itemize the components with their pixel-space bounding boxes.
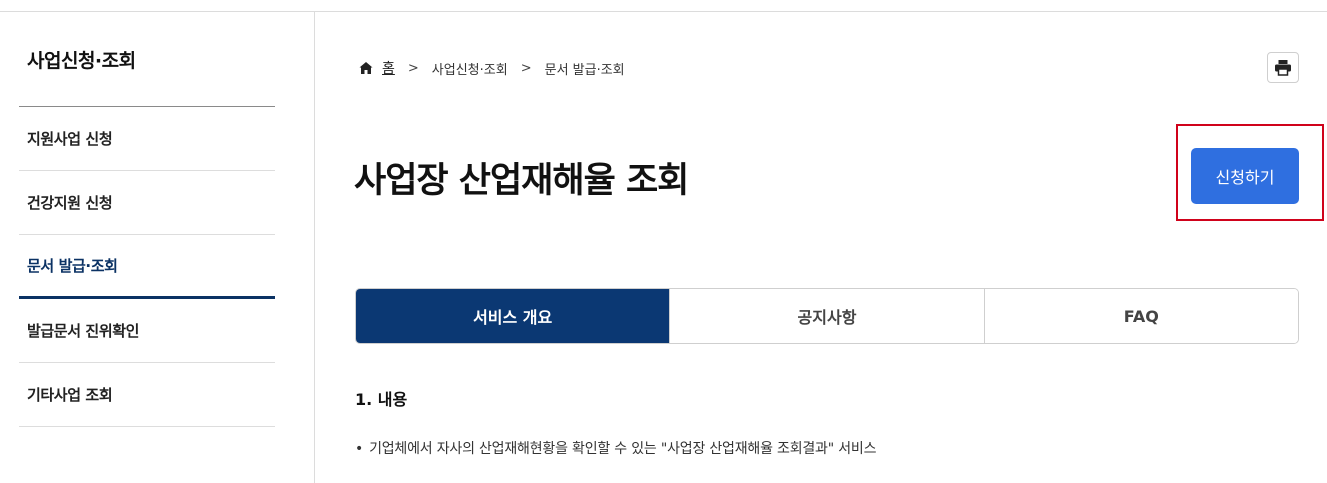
tab-notices[interactable]: 공지사항 bbox=[669, 289, 984, 343]
breadcrumb-separator: > bbox=[407, 60, 419, 76]
content-tabs: 서비스 개요 공지사항 FAQ bbox=[355, 288, 1299, 344]
breadcrumb-level2[interactable]: 문서 발급·조회 bbox=[545, 59, 625, 78]
sidebar-item-other-business[interactable]: 기타사업 조회 bbox=[19, 363, 275, 427]
bullet-mark: • bbox=[355, 441, 364, 457]
breadcrumb: 홈 > 사업신청·조회 > 문서 발급·조회 bbox=[358, 58, 625, 78]
sidebar-item-document-verify[interactable]: 발급문서 진위확인 bbox=[19, 299, 275, 363]
sidebar: 사업신청·조회 지원사업 신청 건강지원 신청 문서 발급·조회 발급문서 진위… bbox=[0, 12, 315, 483]
sidebar-title: 사업신청·조회 bbox=[27, 50, 136, 72]
printer-icon bbox=[1275, 60, 1291, 76]
section-heading: 1. 내용 bbox=[355, 390, 408, 409]
sidebar-item-health-apply[interactable]: 건강지원 신청 bbox=[19, 171, 275, 235]
page-title: 사업장 산업재해율 조회 bbox=[354, 161, 689, 201]
sidebar-menu: 지원사업 신청 건강지원 신청 문서 발급·조회 발급문서 진위확인 기타사업 … bbox=[19, 106, 275, 427]
sidebar-item-support-apply[interactable]: 지원사업 신청 bbox=[19, 107, 275, 171]
breadcrumb-level1[interactable]: 사업신청·조회 bbox=[432, 59, 508, 78]
breadcrumb-home[interactable]: 홈 bbox=[382, 58, 395, 78]
home-icon[interactable] bbox=[358, 60, 374, 76]
apply-button[interactable]: 신청하기 bbox=[1191, 148, 1299, 204]
tab-faq[interactable]: FAQ bbox=[983, 289, 1298, 343]
bullet-text: 기업체에서 자사의 산업재해현황을 확인할 수 있는 "사업장 산업재해율 조회… bbox=[369, 441, 877, 457]
tab-service-overview[interactable]: 서비스 개요 bbox=[356, 289, 670, 343]
content-bullet: • 기업체에서 자사의 산업재해현황을 확인할 수 있는 "사업장 산업재해율 조… bbox=[355, 438, 876, 458]
breadcrumb-separator: > bbox=[520, 60, 532, 76]
print-button[interactable] bbox=[1267, 52, 1299, 83]
sidebar-item-document-issue[interactable]: 문서 발급·조회 bbox=[19, 235, 275, 299]
